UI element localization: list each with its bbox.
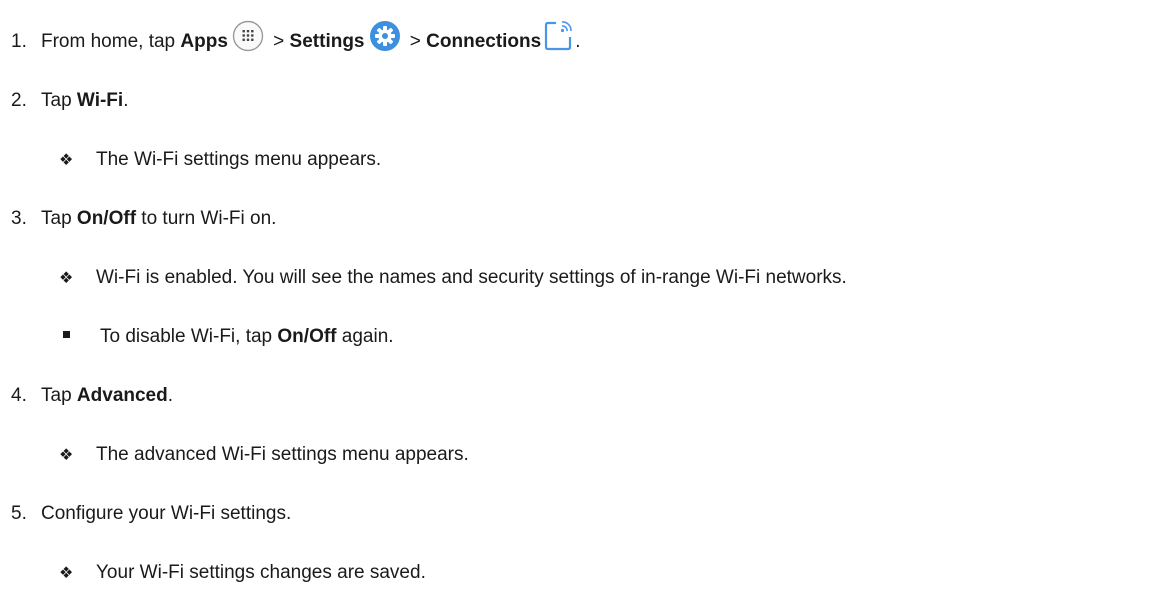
step-text: From home, tap — [41, 31, 181, 53]
wifi-label: Wi-Fi — [76, 90, 124, 111]
step-text: Tap — [41, 208, 77, 229]
step-number: 5. — [11, 503, 27, 524]
step-text: Configure your Wi-Fi settings. — [41, 503, 292, 524]
advanced-label: Advanced — [76, 385, 168, 406]
result-2: ❖ The Wi-Fi settings menu appears. — [59, 148, 381, 172]
diamond-bullet-icon: ❖ — [59, 268, 74, 287]
separator: > — [267, 31, 290, 53]
on-off-label: On/Off — [76, 208, 137, 229]
note-text-end: again. — [336, 326, 394, 347]
result-text: The advanced Wi-Fi settings menu appears… — [96, 444, 469, 465]
step-text: Tap — [41, 90, 77, 111]
connections-icon — [544, 20, 574, 52]
step-text-end: . — [167, 385, 174, 406]
result-4: ❖ The advanced Wi-Fi settings menu appear… — [59, 443, 469, 467]
note-3: To disable Wi-Fi, tap On/Off again. — [63, 325, 394, 349]
step-number: 3. — [11, 208, 27, 229]
step-2: 2. Tap Wi-Fi. — [11, 89, 128, 113]
settings-gear-icon — [369, 20, 401, 52]
step-text: Tap — [41, 385, 77, 406]
diamond-bullet-icon: ❖ — [59, 563, 74, 582]
step-number: 1. — [11, 31, 27, 53]
square-bullet-icon — [63, 331, 70, 339]
step-5: 5. Configure your Wi-Fi settings. — [11, 502, 291, 526]
connections-label: Connections — [426, 31, 542, 53]
apps-grid-icon — [232, 20, 264, 52]
apps-label: Apps — [180, 31, 228, 53]
step-text-end: . — [575, 31, 581, 53]
step-number: 2. — [11, 90, 27, 111]
on-off-label: On/Off — [277, 326, 337, 347]
separator: > — [404, 31, 427, 53]
note-text: To disable Wi-Fi, tap — [100, 326, 278, 347]
step-text-end: . — [123, 90, 129, 111]
diamond-bullet-icon: ❖ — [59, 150, 74, 169]
step-4: 4. Tap Advanced. — [11, 384, 173, 408]
result-3: ❖ Wi-Fi is enabled. You will see the name… — [59, 266, 847, 290]
step-text-end: to turn Wi-Fi on. — [136, 208, 277, 229]
result-5: ❖ Your Wi-Fi settings changes are saved. — [59, 561, 426, 585]
step-1: 1. From home, tap Apps > Settings > Conn… — [11, 20, 581, 58]
result-text: Your Wi-Fi settings changes are saved. — [96, 562, 426, 583]
result-text: Wi-Fi is enabled. You will see the names… — [96, 267, 847, 288]
step-3: 3. Tap On/Off to turn Wi-Fi on. — [11, 207, 276, 231]
result-text: The Wi-Fi settings menu appears. — [96, 149, 382, 170]
step-number: 4. — [11, 385, 27, 406]
diamond-bullet-icon: ❖ — [59, 445, 74, 464]
settings-label: Settings — [289, 31, 365, 53]
